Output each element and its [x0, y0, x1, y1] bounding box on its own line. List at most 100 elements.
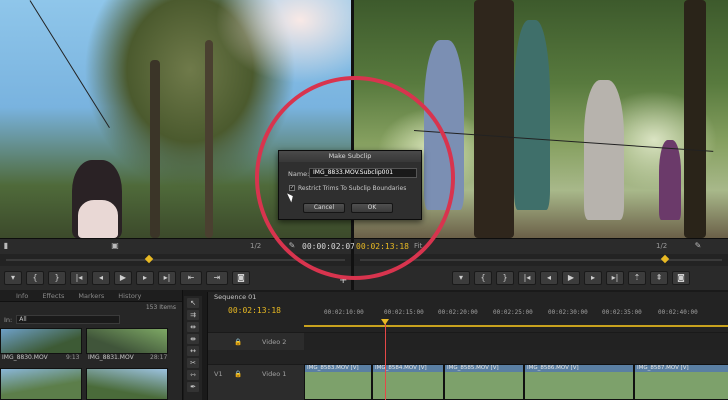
ripple-edit-tool-icon[interactable]: ⇹ — [187, 322, 199, 332]
tab-info[interactable]: Info — [16, 292, 28, 300]
dialog-title: Make Subclip — [279, 151, 421, 162]
in-select[interactable]: All — [16, 315, 121, 324]
lift-button[interactable]: ⇡ — [628, 271, 646, 285]
clip-label: IMG_8587.MOV [V] — [637, 365, 689, 371]
mark-in-button[interactable]: { — [26, 271, 44, 285]
tab-markers[interactable]: Markers — [78, 292, 104, 300]
item-count: 153 Items — [145, 304, 176, 311]
go-to-in-button[interactable]: |◂ — [70, 271, 88, 285]
export-frame-button[interactable]: ◙ — [232, 271, 250, 285]
lock-icon[interactable]: 🔒 — [234, 370, 242, 378]
timeline-clip[interactable]: IMG_8587.MOV [V] — [634, 364, 728, 400]
step-forward-button[interactable]: ▸ — [136, 271, 154, 285]
work-area-bar[interactable] — [304, 325, 728, 327]
ok-button[interactable]: OK — [351, 203, 393, 213]
mark-in-button[interactable]: { — [474, 271, 492, 285]
clip-thumbnail[interactable] — [0, 368, 82, 400]
track-lane-v2[interactable] — [304, 332, 728, 350]
name-label: Name: — [288, 170, 310, 178]
program-playhead-icon[interactable] — [660, 254, 670, 264]
rolling-edit-tool-icon[interactable]: ⇼ — [187, 334, 199, 344]
track-select-tool-icon[interactable]: ⇉ — [187, 310, 199, 320]
tools-panel: ↖ ⇉ ⇹ ⇼ ↔ ✂ ⇿ ✒ — [184, 296, 202, 400]
tree-trunk — [150, 60, 160, 238]
go-to-out-button[interactable]: ▸| — [606, 271, 624, 285]
settings-icon[interactable]: ▣ — [111, 242, 119, 250]
tree-trunk — [684, 0, 706, 238]
ruler-label: 00:02:30:00 — [548, 309, 588, 316]
clip-thumbnail[interactable] — [86, 368, 168, 400]
extract-button[interactable]: ⇞ — [650, 271, 668, 285]
timeline-playhead[interactable] — [385, 319, 386, 400]
tab-history[interactable]: History — [118, 292, 141, 300]
clip-duration: 9:13 — [66, 354, 80, 361]
timeline-clip[interactable]: IMG_8585.MOV [V] — [444, 364, 524, 400]
track-name: Video 1 — [262, 370, 287, 378]
track-header-v2[interactable]: 🔒 Video 2 — [208, 332, 304, 350]
overwrite-button[interactable]: ⇥ — [206, 271, 228, 285]
razor-tool-icon[interactable]: ✂ — [187, 358, 199, 368]
slip-tool-icon[interactable]: ⇿ — [187, 370, 199, 380]
add-marker-button[interactable]: ▾ — [452, 271, 470, 285]
pen-tool-icon[interactable]: ✒ — [187, 382, 199, 392]
source-transport-controls: ▾ { } |◂ ◂ ▶ ▸ ▸| ⇤ ⇥ ◙ — [0, 266, 351, 290]
ruler-label: 00:02:35:00 — [602, 309, 642, 316]
source-page-indicator: 1/2 — [250, 242, 262, 250]
program-page-indicator: 1/2 — [656, 242, 668, 250]
clip-thumbnail[interactable] — [0, 328, 82, 354]
timeline-clip[interactable]: IMG_8586.MOV [V] — [524, 364, 634, 400]
go-to-in-button[interactable]: |◂ — [518, 271, 536, 285]
cancel-button[interactable]: Cancel — [303, 203, 345, 213]
add-marker-button[interactable]: ▾ — [4, 271, 22, 285]
in-label: In: — [4, 315, 13, 324]
ruler-label: 00:02:25:00 — [493, 309, 533, 316]
restrict-trims-checkbox[interactable]: ✓ — [289, 185, 295, 191]
clip-duration: 28:17 — [150, 354, 168, 361]
zipline-rope — [29, 0, 110, 128]
clip-label: IMG_8586.MOV [V] — [527, 365, 579, 371]
person-figure — [584, 80, 624, 220]
person-shirt — [78, 200, 118, 238]
step-back-button[interactable]: ◂ — [540, 271, 558, 285]
selection-tool-icon[interactable]: ↖ — [187, 298, 199, 308]
lock-icon[interactable]: 🔒 — [234, 338, 242, 346]
project-panel: Info Effects Markers History 153 Items I… — [0, 290, 183, 400]
panel-tab-bar: Info Effects Markers History — [0, 290, 182, 302]
mark-out-button[interactable]: } — [48, 271, 66, 285]
source-playhead-icon[interactable] — [144, 254, 154, 264]
mark-out-button[interactable]: } — [496, 271, 514, 285]
track-header-v1[interactable]: V1 🔒 Video 1 — [208, 364, 304, 400]
ruler-label: 00:02:10:00 — [324, 309, 364, 316]
tab-effects[interactable]: Effects — [42, 292, 64, 300]
rate-stretch-tool-icon[interactable]: ↔ — [187, 346, 199, 356]
play-button[interactable]: ▶ — [114, 271, 132, 285]
make-subclip-dialog: Make Subclip Name: IMG_8833.MOV.Subclip0… — [278, 150, 422, 220]
clip-label: IMG_8585.MOV [V] — [447, 365, 499, 371]
insert-button[interactable]: ⇤ — [180, 271, 202, 285]
restrict-trims-label: Restrict Trims To Subclip Boundaries — [298, 185, 407, 192]
marker-icon[interactable]: ▮ — [2, 242, 10, 250]
person-figure — [659, 140, 681, 220]
timeline-clip[interactable]: IMG_8583.MOV [V] — [304, 364, 372, 400]
timeline-panel: Sequence 01 00:02:13:18 00:02:10:00 00:0… — [207, 292, 728, 400]
clip-name: IMG_8830.MOV — [2, 354, 48, 361]
go-to-out-button[interactable]: ▸| — [158, 271, 176, 285]
in-filter-row: In: All — [4, 315, 121, 324]
export-frame-button[interactable]: ◙ — [672, 271, 690, 285]
clip-label: IMG_8583.MOV [V] — [307, 365, 359, 371]
tab-sequence[interactable]: Sequence 01 — [214, 293, 256, 301]
wrench-icon[interactable]: ✎ — [694, 242, 702, 250]
timeline-timecode[interactable]: 00:02:13:18 — [228, 306, 281, 315]
ruler-label: 00:02:40:00 — [658, 309, 698, 316]
clip-thumbnail[interactable] — [86, 328, 168, 354]
track-id: V1 — [214, 370, 223, 378]
timeline-clip[interactable]: IMG_8584.MOV [V] — [372, 364, 444, 400]
person-figure — [514, 20, 550, 210]
step-forward-button[interactable]: ▸ — [584, 271, 602, 285]
ruler-label: 00:02:20:00 — [438, 309, 478, 316]
program-transport-controls: ▾ { } |◂ ◂ ▶ ▸ ▸| ⇡ ⇞ ◙ — [354, 266, 728, 290]
timeline-ruler[interactable]: 00:02:10:00 00:02:15:00 00:02:20:00 00:0… — [304, 309, 728, 319]
step-back-button[interactable]: ◂ — [92, 271, 110, 285]
subclip-name-field[interactable]: IMG_8833.MOV.Subclip001 — [309, 168, 417, 178]
play-button[interactable]: ▶ — [562, 271, 580, 285]
